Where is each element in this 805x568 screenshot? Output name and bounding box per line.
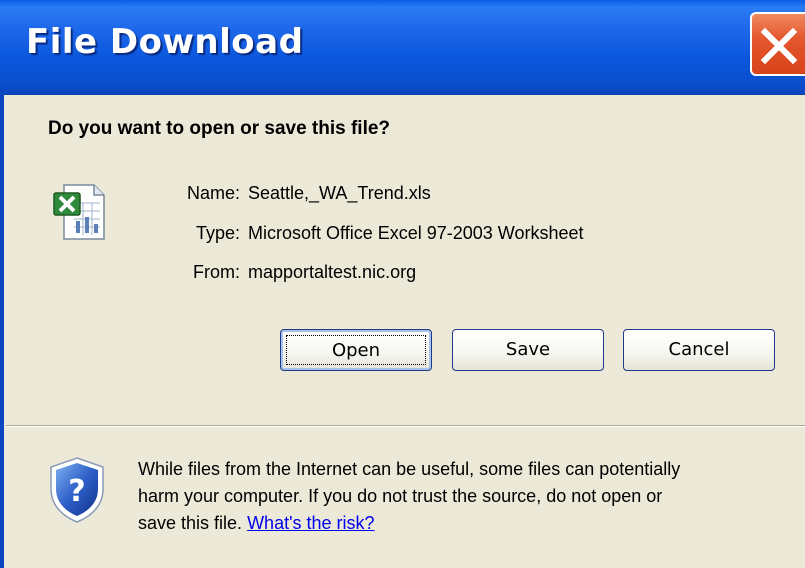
prompt-question: Do you want to open or save this file? bbox=[48, 118, 391, 139]
security-warning: While files from the Internet can be use… bbox=[138, 456, 798, 537]
file-from-value: mapportaltest.nic.org bbox=[248, 262, 417, 282]
excel-file-icon bbox=[53, 184, 105, 240]
file-name-value: Seattle,_WA_Trend.xls bbox=[248, 183, 431, 203]
open-button[interactable]: Open bbox=[280, 329, 432, 371]
title-bar[interactable]: File Download bbox=[0, 0, 805, 95]
file-type-value: Microsoft Office Excel 97-2003 Worksheet bbox=[248, 223, 584, 243]
window-title: File Download bbox=[26, 22, 304, 62]
file-type-label: Type: bbox=[195, 223, 240, 243]
file-name-label: Name: bbox=[186, 183, 240, 203]
warning-line-3-text: save this file. bbox=[138, 513, 243, 533]
open-button-label: Open bbox=[286, 335, 426, 365]
whats-the-risk-link[interactable]: What's the risk? bbox=[247, 513, 374, 533]
warning-line-1: While files from the Internet can be use… bbox=[138, 459, 681, 479]
file-download-dialog: File Download Do you want to open or sav… bbox=[0, 0, 805, 568]
warning-line-3: save this file. What's the risk? bbox=[138, 510, 798, 537]
divider bbox=[6, 425, 805, 427]
close-x-icon bbox=[760, 27, 798, 65]
cancel-button[interactable]: Cancel bbox=[623, 329, 775, 371]
close-button[interactable] bbox=[750, 12, 805, 76]
file-from-label: From: bbox=[193, 262, 240, 282]
svg-text:?: ? bbox=[68, 474, 85, 509]
save-button[interactable]: Save bbox=[452, 329, 604, 371]
window-border bbox=[0, 94, 4, 568]
security-shield-question-icon: ? bbox=[50, 457, 104, 523]
warning-line-2: harm your computer. If you do not trust … bbox=[138, 486, 663, 506]
